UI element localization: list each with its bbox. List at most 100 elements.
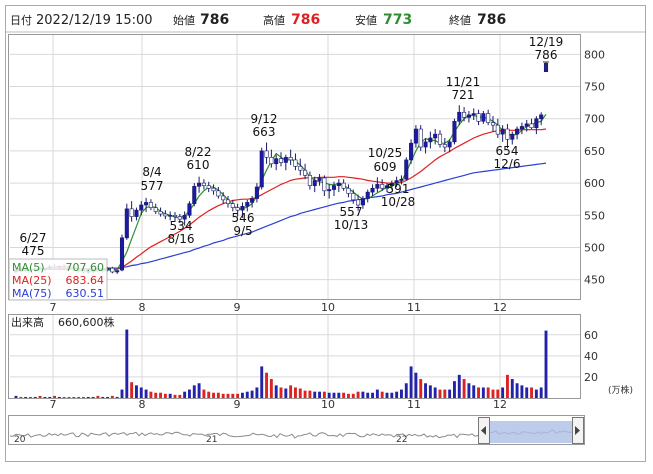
volume-bar (163, 393, 167, 398)
volume-bar (62, 396, 66, 398)
candle-body-down (486, 113, 491, 123)
volume-bar (139, 387, 143, 398)
candle (259, 147, 264, 190)
annotation-line1: 534 (170, 219, 193, 233)
candle-body-down (490, 122, 496, 126)
volume-bar (501, 387, 505, 398)
price-tick-label: 550 (584, 209, 605, 222)
volume-bar (371, 392, 374, 398)
annotation-line1: 12/19 (529, 35, 564, 49)
volume-bar (539, 387, 543, 398)
volume-bar (86, 396, 90, 398)
range-navigator[interactable]: 20 21 22 (8, 415, 585, 446)
volume-bar (221, 393, 225, 398)
volume-y-axis: 60 40 20 (584, 329, 598, 384)
volume-bar (149, 391, 153, 398)
volume-bar (530, 387, 533, 398)
candle-body-down (307, 175, 312, 186)
candle-body-up (481, 113, 486, 122)
volume-bar (347, 393, 350, 398)
candle-body-down (529, 123, 534, 129)
volume-bar (226, 393, 230, 398)
candle-body-down (288, 157, 293, 161)
candle (192, 183, 197, 207)
volume-bar (308, 390, 312, 398)
candle-body-down (110, 267, 115, 273)
navigator-right-handle[interactable] (572, 417, 584, 444)
candle-body-down (269, 157, 274, 165)
close-value: 786 (477, 12, 506, 28)
volume-bar (303, 390, 307, 398)
volume-bar (38, 395, 42, 398)
annotation-line1: 591 (387, 182, 410, 196)
annotation-line2: 721 (452, 88, 475, 102)
volume-month-label: 10 (321, 398, 335, 411)
annotation-line2: 9/5 (233, 224, 252, 238)
volume-bar (91, 396, 95, 398)
volume-bar (342, 392, 346, 398)
volume-month-label: 11 (407, 398, 421, 411)
volume-bar (183, 391, 187, 398)
navigator-selection[interactable] (485, 421, 573, 443)
candle-body-up (423, 141, 428, 148)
volume-bar (274, 385, 278, 398)
price-tick-label: 800 (584, 48, 605, 61)
annotation-line1: 11/21 (446, 75, 481, 89)
candle-body-down (153, 207, 158, 212)
candle-body-up (192, 186, 197, 205)
annotation-line1: 557 (340, 205, 363, 219)
annotation-line2: 786 (535, 48, 558, 62)
annotation-line2: 577 (141, 179, 164, 193)
volume-bar (57, 396, 61, 398)
volume-bar (414, 372, 418, 398)
candle-body-down (293, 159, 298, 167)
volume-bar (154, 392, 158, 398)
candle-body-down (442, 144, 447, 148)
candle-body-up (452, 120, 457, 143)
candle-body-up (466, 114, 471, 118)
candle-body-up (144, 202, 149, 206)
ma-legend: MA(5) 707.60 MA(25) 683.64 MA(75) 630.51 (8, 258, 108, 301)
volume-bar (106, 396, 109, 398)
candle-body-up (274, 158, 279, 165)
volume-bar (404, 383, 408, 398)
navigator-left-handle[interactable] (478, 417, 490, 444)
date-value: 2022/12/19 15:00 (36, 13, 153, 28)
volume-bar (255, 387, 259, 398)
volume-bar (395, 391, 399, 398)
volume-month-label: 8 (139, 398, 146, 411)
ma25-label: MA(25) (12, 274, 52, 287)
candle (404, 157, 409, 181)
volume-bar (216, 392, 220, 398)
candle-body-down (211, 187, 216, 192)
volume-bar (433, 387, 437, 398)
navigator-year-2: 22 (396, 435, 407, 445)
candle-body-down (346, 187, 351, 194)
candle-body-up (515, 128, 520, 135)
volume-bar (130, 382, 134, 398)
volume-bar (120, 389, 124, 398)
candle-body-up (254, 186, 259, 199)
volume-bar (457, 374, 461, 398)
price-tick-label: 750 (584, 81, 605, 94)
volume-bar (380, 391, 384, 398)
volume-caption: 出来高 (11, 315, 44, 329)
volume-tick-label: 60 (584, 329, 598, 342)
candle-body-up (250, 198, 255, 203)
volume-bar (245, 391, 249, 398)
candle-body-up (519, 126, 524, 130)
candle-body-up (500, 128, 505, 135)
candle-body-up (524, 123, 529, 127)
volume-bar (510, 379, 514, 398)
volume-month-label: 12 (493, 398, 507, 411)
volume-bar (67, 396, 71, 398)
price-tick-label: 650 (584, 145, 605, 158)
candle-body-down (341, 182, 346, 189)
volume-bar (486, 387, 490, 398)
volume-bar (144, 389, 148, 398)
candle-body-up (433, 133, 438, 139)
candle-body-down (225, 199, 231, 205)
candle-body-up (331, 185, 337, 190)
volume-bar (491, 389, 495, 398)
price-tick-label: 500 (584, 241, 605, 254)
